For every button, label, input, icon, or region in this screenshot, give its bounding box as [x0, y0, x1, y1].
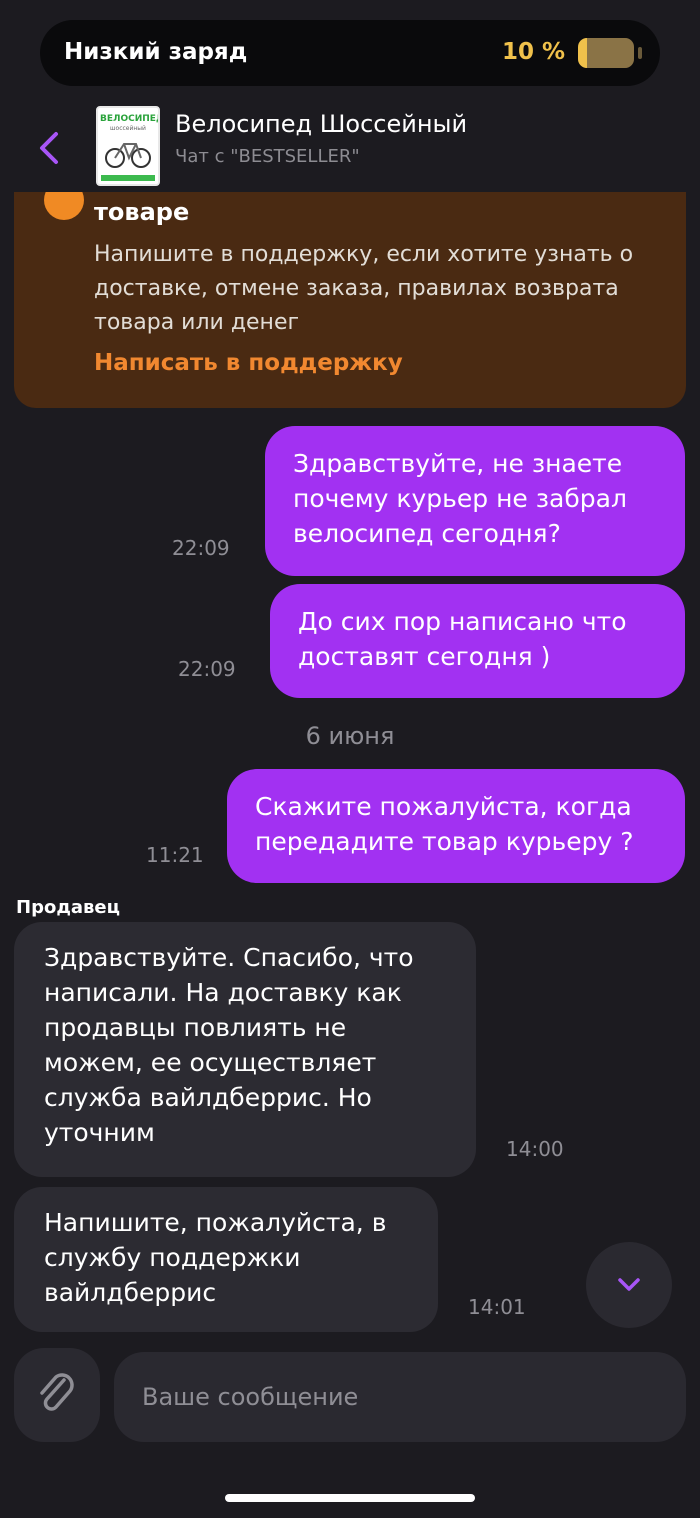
message-input-placeholder: Ваше сообщение: [142, 1383, 359, 1411]
message-time: 22:09: [178, 657, 236, 681]
message-outgoing[interactable]: Скажите пожалуйста, когда передадите тов…: [227, 769, 685, 883]
support-text: Напишите в поддержку, если хотите узнать…: [94, 242, 634, 335]
message-outgoing[interactable]: Здравствуйте, не знаете почему курьер не…: [265, 426, 685, 576]
battery-icon: [578, 38, 634, 68]
message-input[interactable]: Ваше сообщение: [114, 1352, 686, 1442]
attach-button[interactable]: [14, 1348, 100, 1442]
message-time: 11:21: [146, 843, 204, 867]
message-outgoing[interactable]: До сих пор написано что доставят сегодня…: [270, 584, 685, 698]
write-support-link[interactable]: Написать в поддержку: [94, 350, 403, 376]
support-heading: товаре: [94, 198, 190, 226]
chevron-down-icon: [618, 1278, 640, 1291]
chevron-left-icon: [40, 132, 58, 164]
battery-cap: [638, 47, 642, 59]
message-incoming[interactable]: Здравствуйте. Спасибо, что написали. На …: [14, 922, 476, 1177]
low-battery-label: Низкий заряд: [64, 39, 248, 65]
chat-subtitle: Чат с "BESTSELLER": [175, 146, 360, 167]
chat-header: ВЕЛОСИПЕД шоссейный Велосипед Шоссейный …: [0, 96, 700, 192]
chat-title: Велосипед Шоссейный: [175, 110, 468, 138]
date-separator: 6 июня: [305, 722, 395, 750]
message-time: 14:01: [468, 1295, 526, 1319]
message-time: 22:09: [172, 536, 230, 560]
battery-percent: 10 %: [501, 39, 565, 65]
scroll-down-button[interactable]: [586, 1242, 672, 1328]
message-incoming[interactable]: Напишите, пожалуйста, в службу поддержки…: [14, 1187, 438, 1332]
back-button[interactable]: [30, 126, 70, 170]
bicycle-icon: [105, 143, 151, 168]
thumb-title: ВЕЛОСИПЕД: [100, 114, 160, 124]
message-time: 14:00: [506, 1137, 564, 1161]
paperclip-icon: [40, 1373, 74, 1411]
thumb-subtitle: шоссейный: [110, 125, 146, 132]
product-thumbnail[interactable]: ВЕЛОСИПЕД шоссейный: [96, 106, 160, 186]
home-indicator: [225, 1494, 475, 1502]
low-battery-banner: Низкий заряд 10 %: [40, 20, 660, 86]
sender-name: Продавец: [16, 897, 120, 918]
